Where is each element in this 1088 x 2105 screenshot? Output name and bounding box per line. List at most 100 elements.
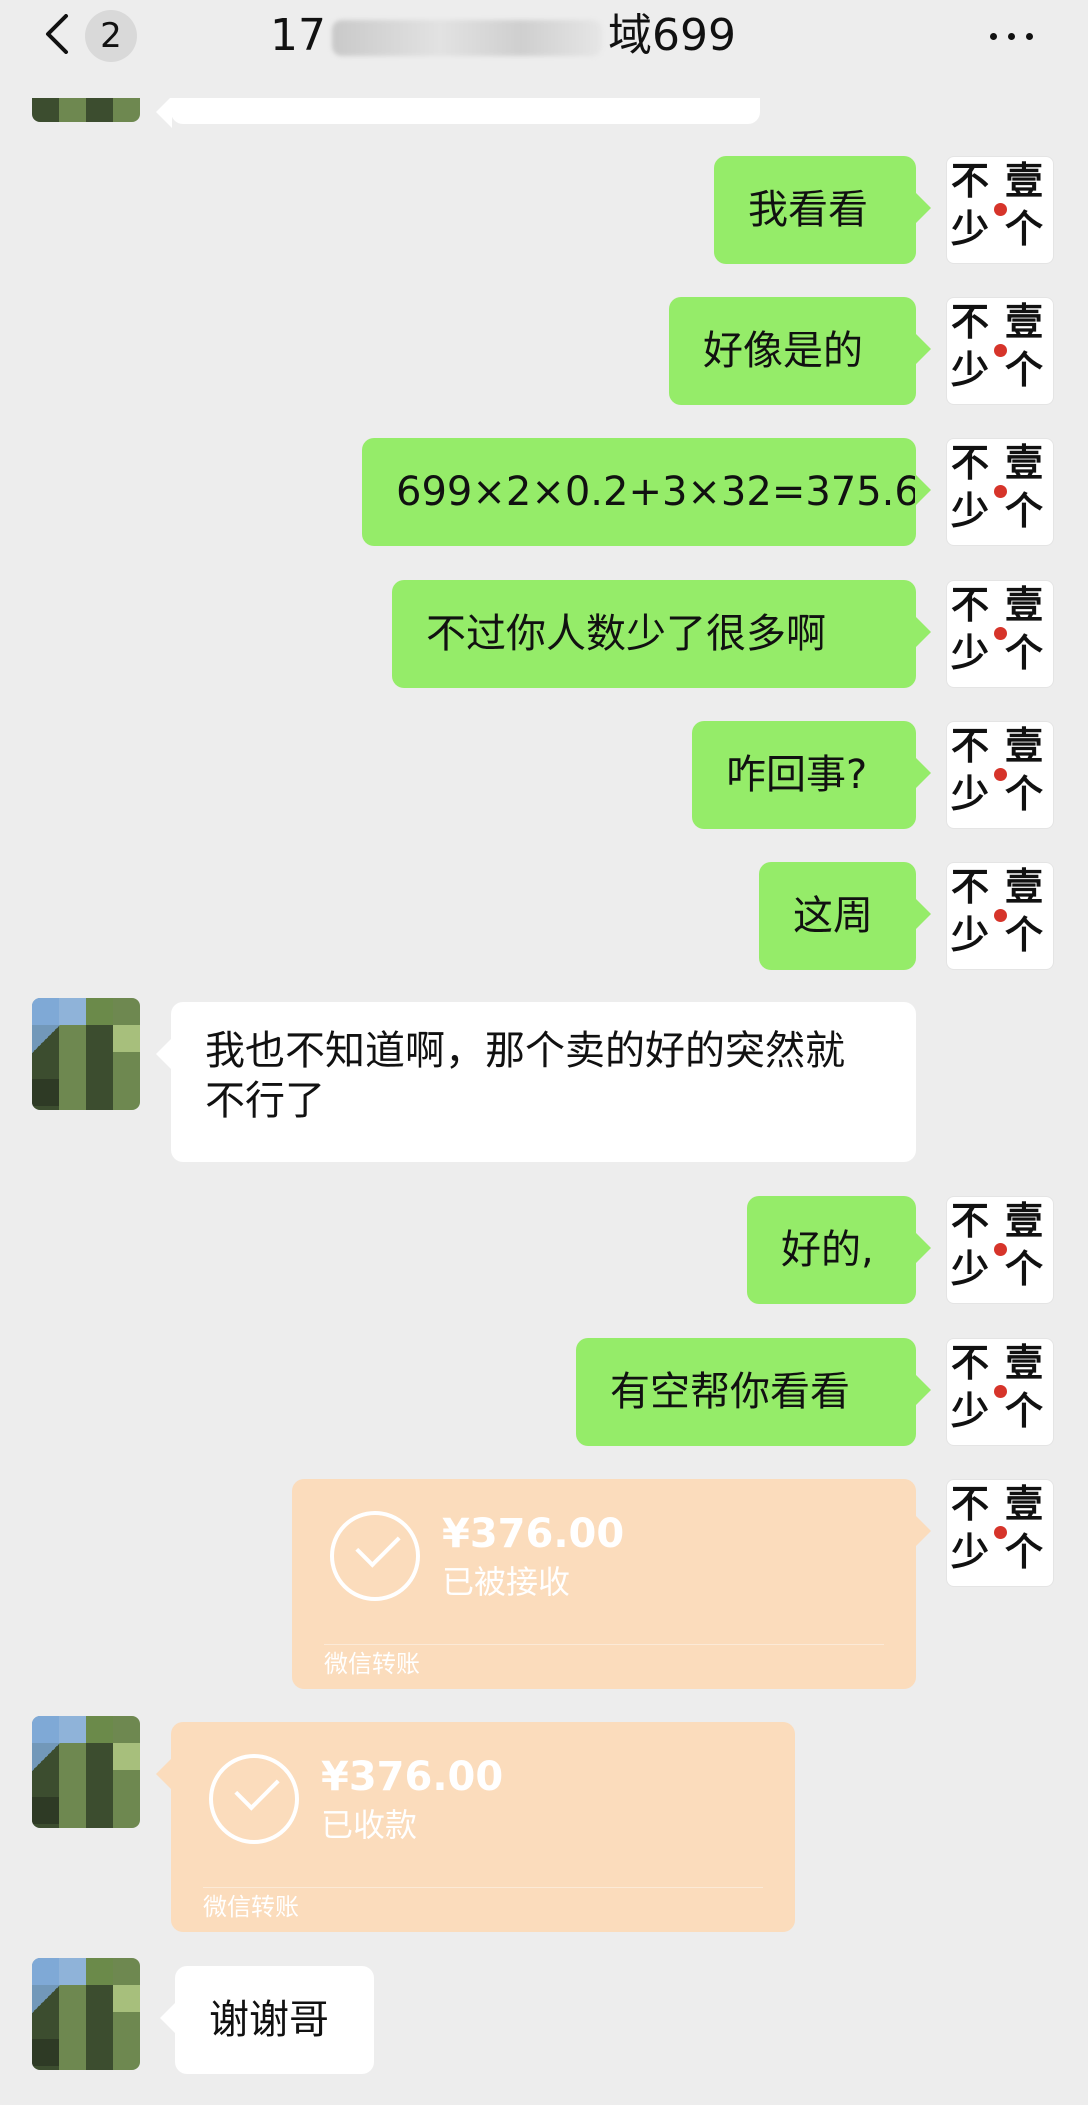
avatar-seal — [994, 909, 1007, 922]
avatar-pixel — [113, 1985, 140, 2012]
avatar-pixel — [59, 998, 86, 1025]
avatar-pixel — [86, 1716, 113, 1743]
message-bubble-sent[interactable]: 有空帮你看看 — [576, 1338, 931, 1446]
message-bubble-received[interactable]: 谢谢哥 — [160, 1966, 374, 2074]
message-bubble-sent[interactable]: 咋回事? — [692, 721, 931, 829]
avatar-seal — [994, 1243, 1007, 1256]
contact-avatar[interactable] — [32, 998, 140, 1110]
chevron-left-icon — [46, 14, 68, 54]
unread-count-badge: 2 — [85, 10, 137, 62]
message-bubble-received[interactable]: 我也不知道啊，那个卖的好的突然就不行了 — [156, 1002, 916, 1162]
chat-title-prefix: 17 — [270, 10, 326, 61]
my-avatar[interactable]: 不 少 壹 个 — [946, 721, 1054, 829]
avatar-pixel — [32, 1716, 59, 1743]
more-options-button[interactable] — [986, 18, 1038, 54]
avatar-logo-char: 个 — [1005, 630, 1044, 675]
avatar-seal — [994, 344, 1007, 357]
avatar-logo-char: 少 — [951, 771, 990, 816]
message-bubble-sent[interactable]: 好的, — [747, 1196, 931, 1304]
avatar-logo-char: 不 — [951, 582, 990, 627]
avatar-logo-char: 不 — [951, 158, 990, 203]
avatar-pixel — [32, 998, 59, 1025]
avatar-logo-char: 个 — [1005, 1246, 1044, 1291]
avatar-logo-char: 壹 — [1005, 864, 1044, 909]
avatar-logo-char: 壹 — [1005, 158, 1044, 203]
avatar-logo-char: 不 — [951, 1340, 990, 1385]
avatar-pixel — [32, 1797, 59, 1824]
avatar-logo-char: 个 — [1005, 206, 1044, 251]
my-avatar[interactable]: 不 少 壹 个 — [946, 156, 1054, 264]
message-bubble-sent[interactable]: 这周 — [759, 862, 931, 970]
avatar-seal — [994, 203, 1007, 216]
more-dot — [1008, 33, 1015, 40]
avatar-pixel — [32, 1958, 59, 1985]
avatar-logo-char: 少 — [951, 912, 990, 957]
chat-header: 2 17 域699 — [0, 0, 1088, 98]
avatar-logo-char: 壹 — [1005, 582, 1044, 627]
avatar-logo-char: 少 — [951, 347, 990, 392]
more-dots-icon — [990, 33, 997, 40]
transfer-status: 已被接收 — [442, 1563, 571, 1601]
avatar-pixel — [59, 1716, 86, 1743]
avatar-logo-char: 不 — [951, 1481, 990, 1526]
avatar-logo-char: 个 — [1005, 771, 1044, 816]
avatar-pixel — [86, 998, 113, 1025]
avatar-logo-char: 个 — [1005, 347, 1044, 392]
message-bubble-sent[interactable]: 699×2×0.2+3×32=375.6 — [362, 438, 931, 546]
contact-avatar[interactable] — [32, 1716, 140, 1828]
avatar-logo-char: 壹 — [1005, 723, 1044, 768]
avatar-seal — [994, 1385, 1007, 1398]
avatar-logo-char: 不 — [951, 723, 990, 768]
transfer-divider — [324, 1644, 884, 1645]
avatar-logo-char: 不 — [951, 440, 990, 485]
avatar-logo-char: 不 — [951, 1198, 990, 1243]
avatar-logo-char: 少 — [951, 1529, 990, 1574]
message-bubble-sent[interactable]: 好像是的 — [669, 297, 931, 405]
avatar-logo-char: 个 — [1005, 1529, 1044, 1574]
check-circle-icon — [330, 1511, 420, 1601]
avatar-seal — [994, 768, 1007, 781]
avatar-pixel — [59, 1958, 86, 1985]
transfer-amount: ¥376.00 — [321, 1754, 504, 1800]
my-avatar[interactable]: 不 少 壹 个 — [946, 438, 1054, 546]
avatar-seal — [994, 1526, 1007, 1539]
more-dot — [1026, 33, 1033, 40]
my-avatar[interactable]: 不 少 壹 个 — [946, 1338, 1054, 1446]
avatar-logo-char: 壹 — [1005, 299, 1044, 344]
transfer-amount: ¥376.00 — [442, 1511, 625, 1557]
message-bubble-sent[interactable]: 不过你人数少了很多啊 — [392, 580, 931, 688]
my-avatar[interactable]: 不 少 壹 个 — [946, 297, 1054, 405]
avatar-pixel — [113, 1743, 140, 1770]
avatar-pixel — [113, 1025, 140, 1052]
avatar-logo-char: 不 — [951, 299, 990, 344]
avatar-logo-char: 个 — [1005, 912, 1044, 957]
avatar-seal — [994, 485, 1007, 498]
transfer-source-label: 微信转账 — [203, 1893, 299, 1921]
transfer-divider — [203, 1887, 763, 1888]
avatar-logo-char: 壹 — [1005, 1198, 1044, 1243]
avatar-logo-char: 少 — [951, 206, 990, 251]
redacted-title-blur — [332, 20, 602, 56]
avatar-logo-char: 少 — [951, 630, 990, 675]
check-circle-icon — [209, 1754, 299, 1844]
avatar-seal — [994, 627, 1007, 640]
my-avatar[interactable]: 不 少 壹 个 — [946, 1479, 1054, 1587]
avatar-logo-char: 个 — [1005, 1388, 1044, 1433]
transfer-card-received[interactable]: ¥376.00 已收款 微信转账 — [156, 1722, 795, 1932]
avatar-logo-char: 个 — [1005, 488, 1044, 533]
chat-title: 17 域699 — [270, 6, 830, 66]
my-avatar[interactable]: 不 少 壹 个 — [946, 580, 1054, 688]
message-bubble-sent[interactable]: 我看看 — [714, 156, 931, 264]
transfer-card-sent[interactable]: ¥376.00 已被接收 微信转账 — [292, 1479, 931, 1689]
avatar-logo-char: 不 — [951, 864, 990, 909]
avatar-logo-char: 壹 — [1005, 1340, 1044, 1385]
avatar-pixel — [86, 1958, 113, 1985]
my-avatar[interactable]: 不 少 壹 个 — [946, 1196, 1054, 1304]
contact-avatar[interactable] — [32, 1958, 140, 2070]
my-avatar[interactable]: 不 少 壹 个 — [946, 862, 1054, 970]
avatar-logo-char: 壹 — [1005, 440, 1044, 485]
transfer-source-label: 微信转账 — [324, 1650, 420, 1678]
transfer-status: 已收款 — [321, 1806, 418, 1844]
back-button[interactable] — [40, 14, 76, 54]
avatar-logo-char: 壹 — [1005, 1481, 1044, 1526]
